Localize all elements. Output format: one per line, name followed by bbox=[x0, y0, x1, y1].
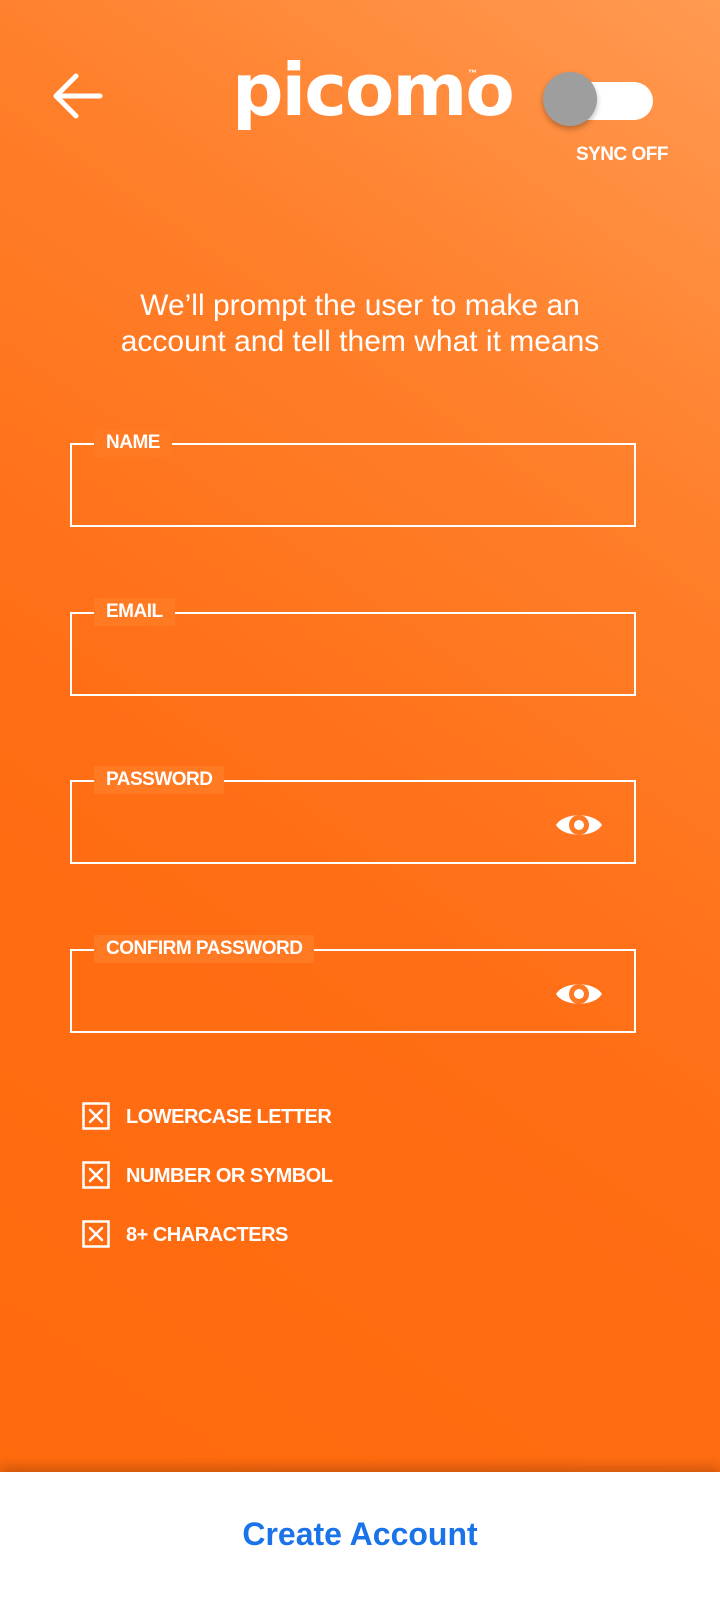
x-box-icon bbox=[82, 1102, 110, 1130]
confirm-password-input[interactable] bbox=[92, 969, 536, 1015]
brand-logo: picomo ™ bbox=[232, 50, 515, 130]
x-box-icon bbox=[82, 1220, 110, 1248]
logo-wordmark: picomo bbox=[232, 48, 515, 132]
requirement-label: LOWERCASE LETTER bbox=[126, 1106, 332, 1128]
eye-icon[interactable] bbox=[554, 808, 604, 842]
requirement-label: NUMBER OR SYMBOL bbox=[126, 1165, 333, 1187]
x-box-icon bbox=[82, 1161, 110, 1189]
create-account-button[interactable]: Create Account bbox=[180, 1506, 540, 1562]
name-field-label: NAME bbox=[94, 429, 172, 457]
sync-status-label: SYNC OFF bbox=[575, 144, 669, 165]
email-field-label: EMAIL bbox=[94, 598, 175, 626]
password-input[interactable] bbox=[92, 800, 536, 846]
name-field[interactable]: NAME bbox=[70, 429, 636, 527]
confirm-password-field[interactable]: CONFIRM PASSWORD bbox=[70, 935, 636, 1033]
email-field[interactable]: EMAIL bbox=[70, 598, 636, 696]
sync-toggle-knob bbox=[543, 72, 597, 126]
confirm-password-field-label: CONFIRM PASSWORD bbox=[94, 935, 315, 963]
bottom-action-bar: Create Account bbox=[0, 1472, 720, 1600]
intro-headline: We’ll prompt the user to make an account… bbox=[120, 289, 600, 358]
email-input[interactable] bbox=[92, 632, 536, 678]
password-field-label: PASSWORD bbox=[94, 766, 225, 794]
trademark-symbol: ™ bbox=[468, 68, 477, 78]
name-input[interactable] bbox=[92, 463, 536, 509]
password-field[interactable]: PASSWORD bbox=[70, 766, 636, 864]
signup-screen: picomo ™ SYNC OFF We’ll prompt the user … bbox=[0, 0, 720, 1472]
requirement-label: 8+ CHARACTERS bbox=[126, 1224, 288, 1246]
arrow-left-icon bbox=[53, 73, 103, 119]
back-button[interactable] bbox=[48, 68, 108, 124]
sync-toggle[interactable] bbox=[543, 72, 653, 126]
eye-icon[interactable] bbox=[554, 977, 604, 1011]
